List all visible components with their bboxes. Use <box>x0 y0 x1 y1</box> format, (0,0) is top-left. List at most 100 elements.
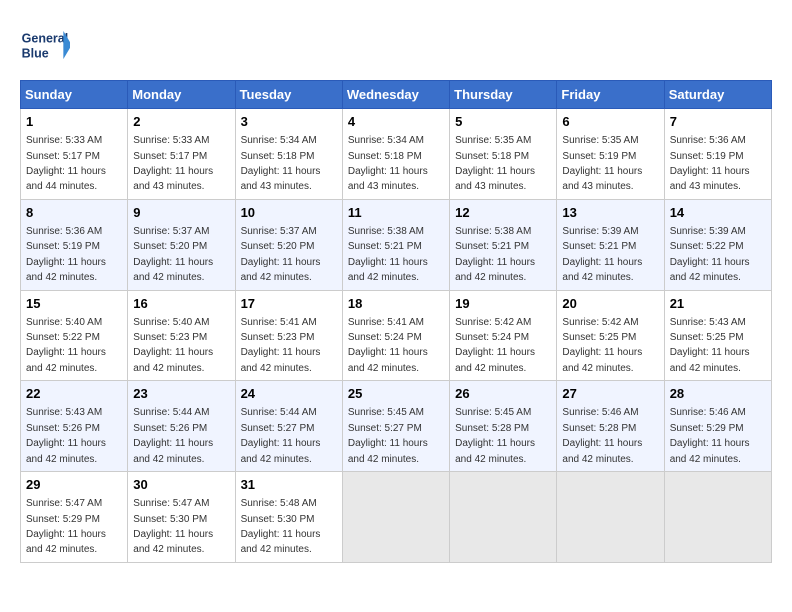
calendar-week-row: 22 Sunrise: 5:43 AMSunset: 5:26 PMDaylig… <box>21 381 772 472</box>
day-info: Sunrise: 5:43 AMSunset: 5:25 PMDaylight:… <box>670 317 750 374</box>
calendar-cell: 2 Sunrise: 5:33 AMSunset: 5:17 PMDayligh… <box>128 109 235 200</box>
weekday-header: Monday <box>128 81 235 109</box>
day-number: 9 <box>133 204 229 222</box>
weekday-header: Wednesday <box>342 81 449 109</box>
day-number: 31 <box>241 476 337 494</box>
day-info: Sunrise: 5:46 AMSunset: 5:28 PMDaylight:… <box>562 407 642 464</box>
day-info: Sunrise: 5:38 AMSunset: 5:21 PMDaylight:… <box>348 226 428 283</box>
day-number: 13 <box>562 204 658 222</box>
day-number: 23 <box>133 385 229 403</box>
calendar-cell: 13 Sunrise: 5:39 AMSunset: 5:21 PMDaylig… <box>557 199 664 290</box>
day-number: 18 <box>348 295 444 313</box>
svg-text:Blue: Blue <box>22 47 49 61</box>
day-info: Sunrise: 5:36 AMSunset: 5:19 PMDaylight:… <box>670 135 750 192</box>
calendar-cell: 5 Sunrise: 5:35 AMSunset: 5:18 PMDayligh… <box>450 109 557 200</box>
calendar-cell: 16 Sunrise: 5:40 AMSunset: 5:23 PMDaylig… <box>128 290 235 381</box>
calendar-cell <box>342 472 449 563</box>
calendar-week-row: 1 Sunrise: 5:33 AMSunset: 5:17 PMDayligh… <box>21 109 772 200</box>
day-number: 12 <box>455 204 551 222</box>
calendar-cell: 23 Sunrise: 5:44 AMSunset: 5:26 PMDaylig… <box>128 381 235 472</box>
calendar-cell: 25 Sunrise: 5:45 AMSunset: 5:27 PMDaylig… <box>342 381 449 472</box>
day-info: Sunrise: 5:45 AMSunset: 5:27 PMDaylight:… <box>348 407 428 464</box>
header: General Blue <box>20 20 772 70</box>
day-number: 3 <box>241 113 337 131</box>
day-number: 30 <box>133 476 229 494</box>
day-number: 5 <box>455 113 551 131</box>
day-info: Sunrise: 5:40 AMSunset: 5:23 PMDaylight:… <box>133 317 213 374</box>
day-number: 7 <box>670 113 766 131</box>
day-number: 17 <box>241 295 337 313</box>
calendar-cell <box>557 472 664 563</box>
calendar-cell: 26 Sunrise: 5:45 AMSunset: 5:28 PMDaylig… <box>450 381 557 472</box>
day-info: Sunrise: 5:48 AMSunset: 5:30 PMDaylight:… <box>241 498 321 555</box>
day-info: Sunrise: 5:40 AMSunset: 5:22 PMDaylight:… <box>26 317 106 374</box>
day-number: 29 <box>26 476 122 494</box>
day-info: Sunrise: 5:33 AMSunset: 5:17 PMDaylight:… <box>26 135 106 192</box>
day-info: Sunrise: 5:36 AMSunset: 5:19 PMDaylight:… <box>26 226 106 283</box>
calendar-cell: 10 Sunrise: 5:37 AMSunset: 5:20 PMDaylig… <box>235 199 342 290</box>
day-info: Sunrise: 5:41 AMSunset: 5:24 PMDaylight:… <box>348 317 428 374</box>
day-number: 4 <box>348 113 444 131</box>
day-number: 8 <box>26 204 122 222</box>
day-info: Sunrise: 5:46 AMSunset: 5:29 PMDaylight:… <box>670 407 750 464</box>
calendar-cell: 30 Sunrise: 5:47 AMSunset: 5:30 PMDaylig… <box>128 472 235 563</box>
day-info: Sunrise: 5:44 AMSunset: 5:26 PMDaylight:… <box>133 407 213 464</box>
day-number: 6 <box>562 113 658 131</box>
day-info: Sunrise: 5:33 AMSunset: 5:17 PMDaylight:… <box>133 135 213 192</box>
calendar-cell: 3 Sunrise: 5:34 AMSunset: 5:18 PMDayligh… <box>235 109 342 200</box>
calendar-cell: 29 Sunrise: 5:47 AMSunset: 5:29 PMDaylig… <box>21 472 128 563</box>
day-number: 11 <box>348 204 444 222</box>
calendar-cell: 31 Sunrise: 5:48 AMSunset: 5:30 PMDaylig… <box>235 472 342 563</box>
day-info: Sunrise: 5:37 AMSunset: 5:20 PMDaylight:… <box>133 226 213 283</box>
calendar-cell: 28 Sunrise: 5:46 AMSunset: 5:29 PMDaylig… <box>664 381 771 472</box>
calendar-cell: 21 Sunrise: 5:43 AMSunset: 5:25 PMDaylig… <box>664 290 771 381</box>
svg-text:General: General <box>22 32 69 46</box>
day-number: 28 <box>670 385 766 403</box>
calendar-cell <box>450 472 557 563</box>
calendar-cell: 4 Sunrise: 5:34 AMSunset: 5:18 PMDayligh… <box>342 109 449 200</box>
day-info: Sunrise: 5:42 AMSunset: 5:24 PMDaylight:… <box>455 317 535 374</box>
weekday-header: Friday <box>557 81 664 109</box>
day-number: 15 <box>26 295 122 313</box>
calendar-cell: 22 Sunrise: 5:43 AMSunset: 5:26 PMDaylig… <box>21 381 128 472</box>
day-info: Sunrise: 5:44 AMSunset: 5:27 PMDaylight:… <box>241 407 321 464</box>
calendar-cell <box>664 472 771 563</box>
day-info: Sunrise: 5:45 AMSunset: 5:28 PMDaylight:… <box>455 407 535 464</box>
day-info: Sunrise: 5:43 AMSunset: 5:26 PMDaylight:… <box>26 407 106 464</box>
calendar-cell: 7 Sunrise: 5:36 AMSunset: 5:19 PMDayligh… <box>664 109 771 200</box>
calendar-week-row: 8 Sunrise: 5:36 AMSunset: 5:19 PMDayligh… <box>21 199 772 290</box>
day-info: Sunrise: 5:39 AMSunset: 5:21 PMDaylight:… <box>562 226 642 283</box>
day-number: 1 <box>26 113 122 131</box>
calendar-table: SundayMondayTuesdayWednesdayThursdayFrid… <box>20 80 772 563</box>
day-info: Sunrise: 5:47 AMSunset: 5:30 PMDaylight:… <box>133 498 213 555</box>
day-info: Sunrise: 5:38 AMSunset: 5:21 PMDaylight:… <box>455 226 535 283</box>
weekday-header-row: SundayMondayTuesdayWednesdayThursdayFrid… <box>21 81 772 109</box>
calendar-cell: 1 Sunrise: 5:33 AMSunset: 5:17 PMDayligh… <box>21 109 128 200</box>
day-number: 25 <box>348 385 444 403</box>
calendar-cell: 19 Sunrise: 5:42 AMSunset: 5:24 PMDaylig… <box>450 290 557 381</box>
calendar-cell: 20 Sunrise: 5:42 AMSunset: 5:25 PMDaylig… <box>557 290 664 381</box>
calendar-cell: 17 Sunrise: 5:41 AMSunset: 5:23 PMDaylig… <box>235 290 342 381</box>
day-number: 2 <box>133 113 229 131</box>
day-number: 24 <box>241 385 337 403</box>
logo-icon: General Blue <box>20 20 70 70</box>
day-info: Sunrise: 5:41 AMSunset: 5:23 PMDaylight:… <box>241 317 321 374</box>
day-number: 26 <box>455 385 551 403</box>
calendar-cell: 15 Sunrise: 5:40 AMSunset: 5:22 PMDaylig… <box>21 290 128 381</box>
day-info: Sunrise: 5:37 AMSunset: 5:20 PMDaylight:… <box>241 226 321 283</box>
weekday-header: Tuesday <box>235 81 342 109</box>
calendar-body: 1 Sunrise: 5:33 AMSunset: 5:17 PMDayligh… <box>21 109 772 563</box>
day-info: Sunrise: 5:47 AMSunset: 5:29 PMDaylight:… <box>26 498 106 555</box>
calendar-cell: 8 Sunrise: 5:36 AMSunset: 5:19 PMDayligh… <box>21 199 128 290</box>
day-number: 21 <box>670 295 766 313</box>
day-number: 16 <box>133 295 229 313</box>
calendar-cell: 9 Sunrise: 5:37 AMSunset: 5:20 PMDayligh… <box>128 199 235 290</box>
logo: General Blue <box>20 20 70 70</box>
day-number: 20 <box>562 295 658 313</box>
calendar-cell: 18 Sunrise: 5:41 AMSunset: 5:24 PMDaylig… <box>342 290 449 381</box>
weekday-header: Sunday <box>21 81 128 109</box>
day-info: Sunrise: 5:34 AMSunset: 5:18 PMDaylight:… <box>241 135 321 192</box>
calendar-cell: 14 Sunrise: 5:39 AMSunset: 5:22 PMDaylig… <box>664 199 771 290</box>
calendar-week-row: 29 Sunrise: 5:47 AMSunset: 5:29 PMDaylig… <box>21 472 772 563</box>
calendar-cell: 12 Sunrise: 5:38 AMSunset: 5:21 PMDaylig… <box>450 199 557 290</box>
